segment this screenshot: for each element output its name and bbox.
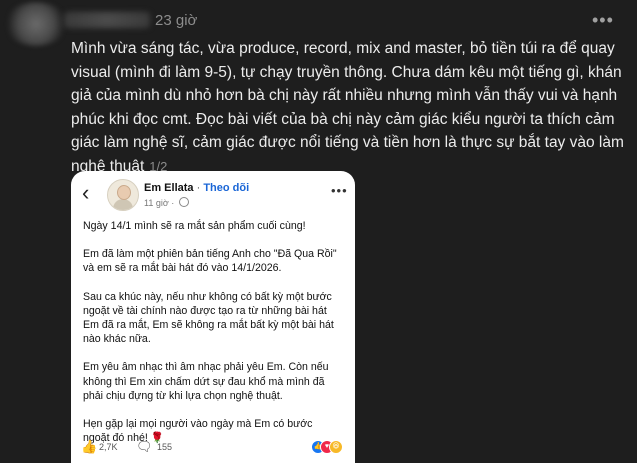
- post-meta: 11 giờ ·: [144, 197, 189, 208]
- caption-text: Mình vừa sáng tác, vừa produce, record, …: [71, 40, 624, 175]
- embedded-screenshot[interactable]: ‹ Em Ellata · Theo dõi 11 giờ · ••• Ngày…: [71, 171, 355, 463]
- more-horizontal-icon: •••: [331, 183, 348, 198]
- thumbs-up-icon: 👍: [81, 439, 98, 454]
- post-header: 23 giờ •••: [0, 0, 637, 46]
- like-count: 2,7K: [99, 442, 118, 452]
- author-line: Em Ellata · Theo dõi: [144, 182, 249, 194]
- globe-icon: [178, 197, 189, 207]
- embedded-footer: 👍 2,7K 🗨 155 👍 ♥ 😆: [79, 439, 349, 459]
- embedded-post-body: Ngày 14/1 mình sẽ ra mắt sản phẩm cuối c…: [83, 219, 339, 459]
- comment-count: 155: [157, 442, 173, 452]
- more-horizontal-icon[interactable]: •••: [592, 11, 614, 29]
- separator: ·: [196, 182, 201, 194]
- paragraph: Sau ca khúc này, nếu như không có bất kỳ…: [83, 290, 334, 346]
- paragraph: Em đã làm một phiên bản tiếng Anh cho "Đ…: [83, 248, 337, 275]
- follow-link: Theo dõi: [203, 182, 250, 194]
- post-meta-time: 11 giờ ·: [144, 198, 175, 208]
- author-avatar: [107, 179, 139, 211]
- haha-reaction-icon: 😆: [329, 440, 343, 454]
- comment-icon: 🗨: [136, 439, 153, 454]
- avatar[interactable]: [4, 2, 68, 46]
- author-name: Em Ellata: [144, 182, 194, 194]
- chevron-left-icon: ‹: [82, 180, 90, 205]
- post-caption: Mình vừa sáng tác, vừa produce, record, …: [71, 37, 627, 179]
- post-time: 23 giờ: [155, 12, 198, 29]
- paragraph: Ngày 14/1 mình sẽ ra mắt sản phẩm cuối c…: [83, 220, 306, 232]
- username-blurred[interactable]: [64, 12, 150, 28]
- reactions: 👍 ♥ 😆: [311, 439, 353, 455]
- paragraph: Em yêu âm nhạc thì âm nhạc phải yêu Em. …: [83, 361, 329, 402]
